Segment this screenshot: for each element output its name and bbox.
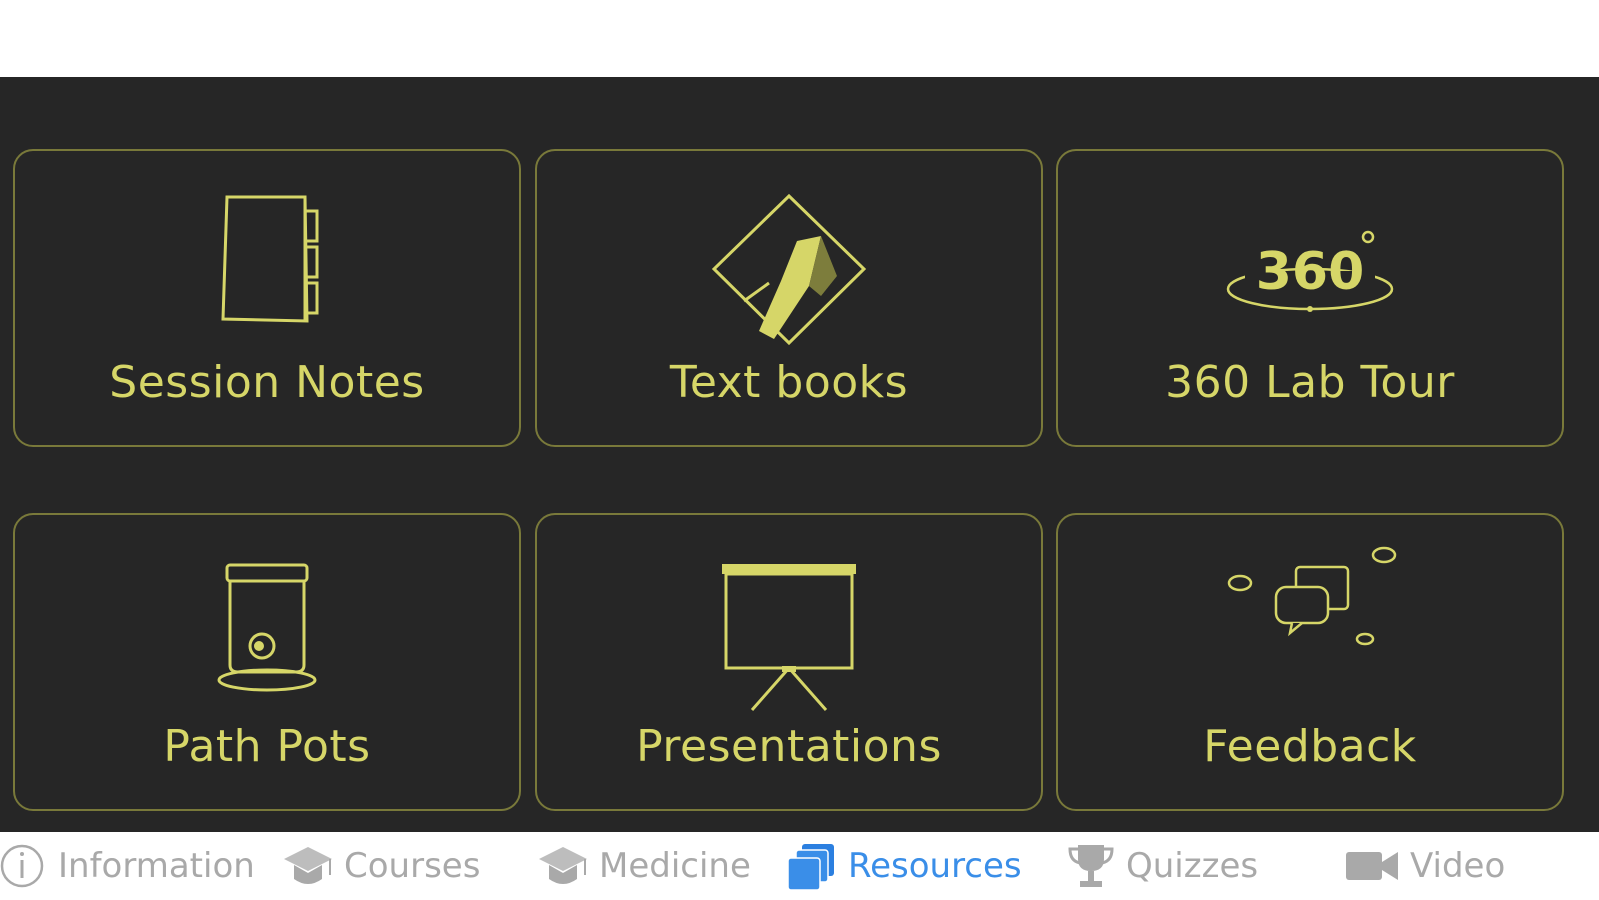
tile-label: Feedback: [1203, 721, 1417, 772]
tab-video[interactable]: Video: [1344, 832, 1505, 900]
tab-quizzes[interactable]: Quizzes: [1066, 832, 1258, 900]
textbook-diamond-icon: [711, 193, 867, 346]
app-screen: Session Notes Text books 360 360 Lab Tou…: [0, 0, 1599, 900]
top-bar: [0, 0, 1599, 77]
graduation-cap-icon: [284, 847, 332, 884]
session-notes-tile[interactable]: Session Notes: [13, 149, 521, 447]
tab-resources[interactable]: Resources: [786, 832, 1022, 900]
info-icon: [0, 844, 44, 888]
tab-medicine[interactable]: Medicine: [537, 832, 751, 900]
presentations-tile[interactable]: Presentations: [535, 513, 1043, 811]
tile-label: Text books: [669, 357, 909, 408]
trophy-icon: [1068, 845, 1114, 887]
tile-label: Presentations: [636, 721, 942, 772]
tab-label: Video: [1410, 846, 1506, 886]
360-lab-tour-tile[interactable]: 360 360 Lab Tour: [1056, 149, 1564, 447]
stacked-squares-icon: [787, 844, 834, 891]
tab-label: Information: [58, 846, 255, 886]
tile-label: 360 Lab Tour: [1165, 357, 1455, 408]
tab-label: Courses: [344, 846, 481, 886]
tab-label: Quizzes: [1126, 846, 1259, 886]
svg-text:360: 360: [1256, 242, 1365, 302]
specimen-jar-icon: [217, 563, 317, 692]
tab-information[interactable]: Information: [0, 832, 255, 900]
tab-label: Medicine: [599, 846, 751, 886]
path-pots-tile[interactable]: Path Pots: [13, 513, 521, 811]
bottom-tab-bar: Information Courses Medicine Resources Q…: [0, 832, 1599, 900]
360-view-icon: 360: [1226, 230, 1394, 312]
chat-bubbles-icon: [1227, 546, 1397, 646]
tile-label: Path Pots: [163, 721, 371, 772]
tile-label: Session Notes: [109, 357, 425, 408]
video-camera-icon: [1346, 852, 1398, 880]
tab-label: Resources: [848, 846, 1022, 886]
resources-grid-panel: Session Notes Text books 360 360 Lab Tou…: [0, 77, 1599, 832]
graduation-cap-icon: [539, 847, 587, 884]
projector-screen-icon: [722, 564, 856, 711]
text-books-tile[interactable]: Text books: [535, 149, 1043, 447]
notebook-icon: [221, 195, 319, 323]
tab-courses[interactable]: Courses: [282, 832, 480, 900]
feedback-tile[interactable]: Feedback: [1056, 513, 1564, 811]
